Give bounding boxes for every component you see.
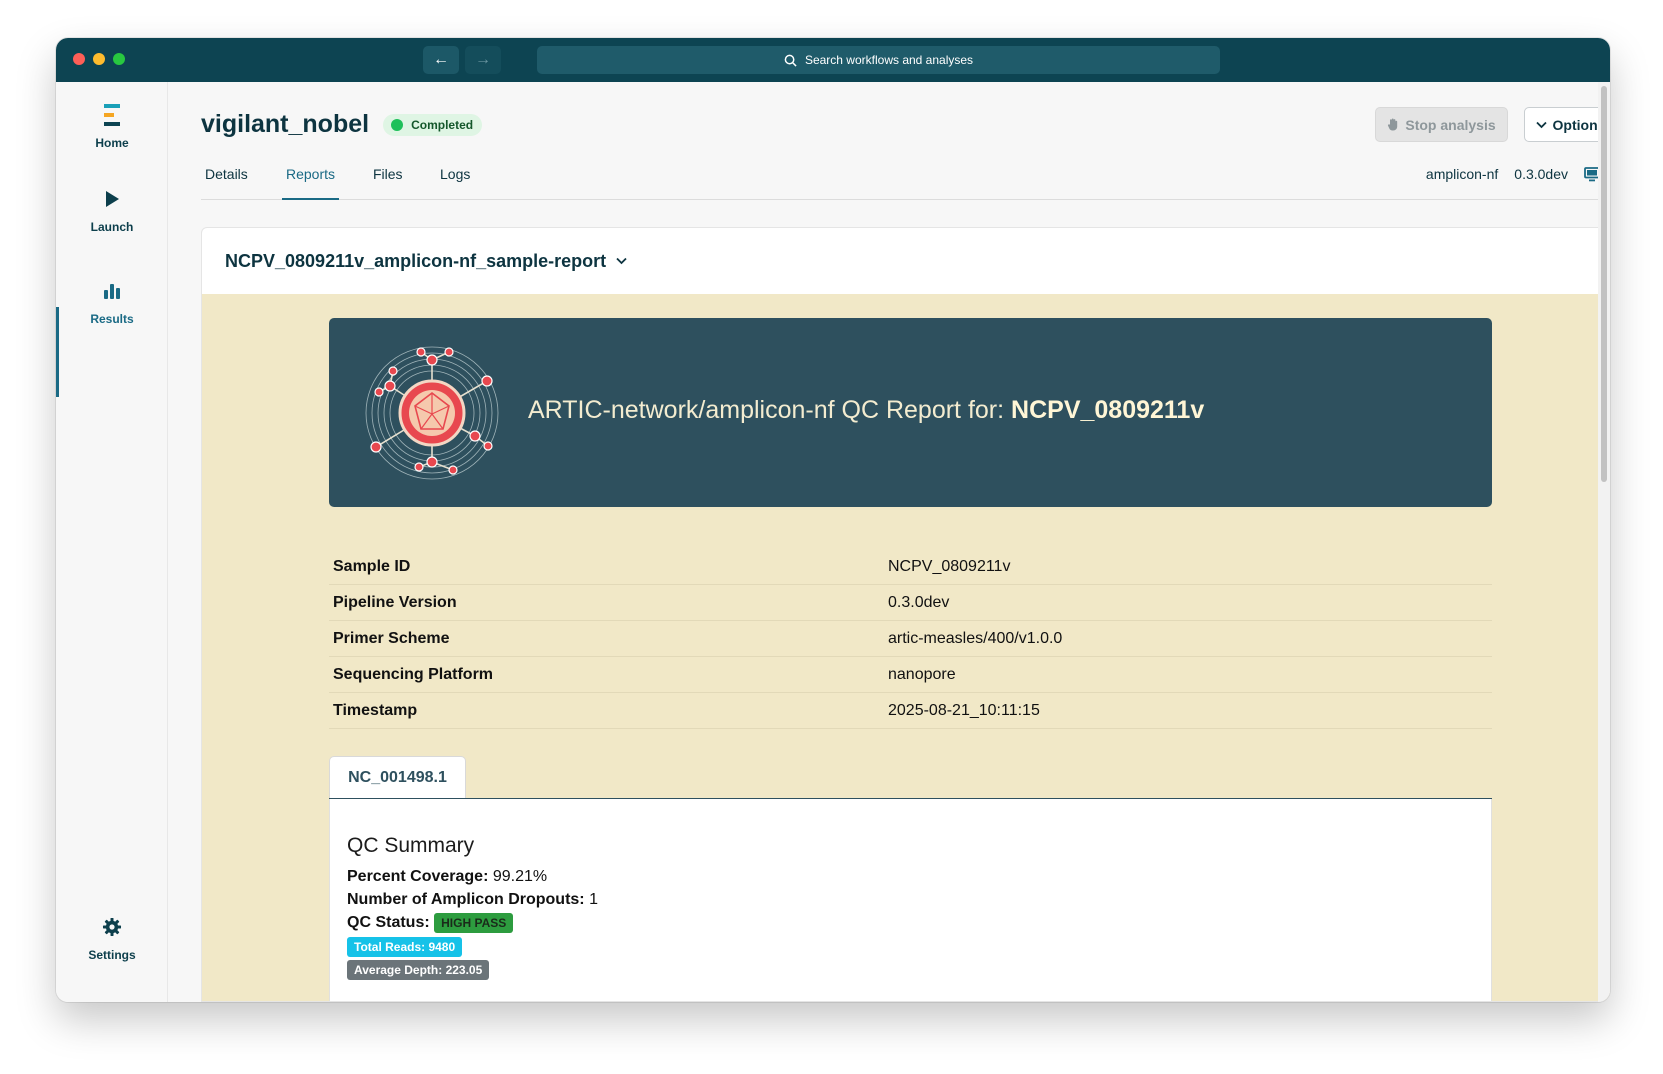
- window-controls: [73, 53, 125, 65]
- tab-reports[interactable]: Reports: [282, 158, 340, 200]
- close-window-button[interactable]: [73, 53, 85, 65]
- report-card: NCPV_0809211v_amplicon-nf_sample-report: [201, 227, 1610, 1002]
- search-placeholder: Search workflows and analyses: [804, 53, 974, 67]
- report-selector[interactable]: NCPV_0809211v_amplicon-nf_sample-report: [202, 228, 1610, 294]
- qc-status: QC Status: HIGH PASS: [347, 913, 514, 933]
- info-value: 0.3.0dev: [888, 593, 950, 611]
- stop-analysis-button[interactable]: Stop analysis: [1375, 107, 1508, 142]
- dropouts-value: 1: [589, 891, 598, 908]
- tab-bar: Details Reports Files Logs amplicon-nf 0…: [201, 158, 1610, 200]
- total-reads-badge: Total Reads: 9480: [347, 937, 463, 957]
- info-key: Sample ID: [333, 557, 411, 575]
- home-logo-icon: [102, 102, 122, 128]
- tab-logs[interactable]: Logs: [436, 158, 474, 200]
- qc-summary-title: QC Summary: [347, 834, 475, 857]
- sidebar-item-label: Results: [90, 312, 134, 326]
- minimize-window-button[interactable]: [93, 53, 105, 65]
- scrollbar-thumb[interactable]: [1601, 86, 1607, 482]
- report-frame: ARTIC-network/amplicon-nf QC Report for:…: [202, 294, 1610, 1001]
- average-depth: Average Depth: 223.05: [347, 960, 490, 980]
- arrow-right-icon: →: [475, 51, 491, 68]
- analysis-name: vigilant_nobel: [201, 110, 370, 138]
- title-bar: ← → Search workflows and analyses: [56, 38, 1610, 82]
- tab-label: Logs: [440, 166, 471, 182]
- play-icon: [104, 186, 120, 212]
- banner-sample-id: NCPV_0809211v: [1011, 396, 1205, 424]
- scrollbar[interactable]: [1598, 82, 1610, 1002]
- dropouts-label: Number of Amplicon Dropouts:: [347, 891, 585, 908]
- qc-status-label: QC Status:: [347, 914, 430, 931]
- table-row: Timestamp 2025-08-21_10:11:15: [329, 693, 1492, 729]
- sidebar: Home Launch Results Settings: [56, 82, 168, 1002]
- report-selector-label: NCPV_0809211v_amplicon-nf_sample-report: [225, 250, 607, 271]
- bar-chart-icon: [103, 278, 121, 304]
- info-key: Primer Scheme: [333, 629, 450, 647]
- zoom-window-button[interactable]: [113, 53, 125, 65]
- hand-stop-icon: [1388, 118, 1398, 131]
- status-badge: Completed: [383, 113, 483, 136]
- coverage-label: Percent Coverage:: [347, 868, 489, 885]
- chevron-down-icon: [1535, 121, 1547, 128]
- info-value: artic-measles/400/v1.0.0: [888, 629, 1063, 647]
- banner-prefix: ARTIC-network/amplicon-nf QC Report for:: [528, 396, 1005, 424]
- back-button[interactable]: ←: [423, 46, 459, 74]
- table-row: Sample ID NCPV_0809211v: [329, 549, 1492, 585]
- tab-details[interactable]: Details: [201, 158, 252, 200]
- table-row: Sequencing Platform nanopore: [329, 657, 1492, 693]
- gear-icon: [102, 914, 122, 940]
- contig-tab-label: NC_001498.1: [348, 769, 447, 786]
- workflow-meta: amplicon-nf 0.3.0dev: [1426, 166, 1600, 182]
- sidebar-item-label: Home: [95, 136, 129, 150]
- tab-label: Details: [205, 166, 248, 182]
- info-value: 2025-08-21_10:11:15: [888, 701, 1040, 719]
- forward-button[interactable]: →: [465, 46, 501, 74]
- sidebar-item-label: Settings: [88, 948, 136, 962]
- sidebar-item-results[interactable]: Results: [56, 278, 168, 326]
- sidebar-item-launch[interactable]: Launch: [56, 186, 168, 234]
- main-content: vigilant_nobel Completed Stop analysis O…: [168, 82, 1610, 1002]
- table-row: Primer Scheme artic-measles/400/v1.0.0: [329, 621, 1492, 657]
- sidebar-item-home[interactable]: Home: [56, 102, 168, 150]
- sample-info-table: Sample ID NCPV_0809211v Pipeline Version…: [329, 549, 1492, 729]
- table-row: Pipeline Version 0.3.0dev: [329, 585, 1492, 621]
- qc-summary-panel: QC Summary Percent Coverage: 99.21% Numb…: [329, 799, 1492, 1001]
- workflow-name[interactable]: amplicon-nf: [1426, 166, 1498, 182]
- artic-network-logo-icon: [365, 346, 499, 480]
- workflow-version: 0.3.0dev: [1514, 166, 1568, 182]
- page-title: vigilant_nobel Completed: [201, 110, 483, 139]
- amplicon-dropouts: Number of Amplicon Dropouts: 1: [347, 891, 598, 909]
- qc-status-badge: HIGH PASS: [434, 913, 514, 933]
- stop-analysis-label: Stop analysis: [1405, 116, 1496, 133]
- info-value: NCPV_0809211v: [888, 557, 1011, 575]
- tab-label: Files: [373, 166, 403, 182]
- info-key: Sequencing Platform: [333, 665, 494, 683]
- report-banner: ARTIC-network/amplicon-nf QC Report for:…: [329, 318, 1492, 507]
- status-dot-icon: [391, 118, 404, 131]
- tab-contig[interactable]: NC_001498.1: [329, 756, 466, 799]
- sidebar-item-label: Launch: [90, 220, 134, 234]
- status-label: Completed: [411, 117, 474, 132]
- search-icon: [784, 54, 797, 67]
- report-banner-title: ARTIC-network/amplicon-nf QC Report for:…: [528, 396, 1204, 425]
- chevron-down-icon: [616, 257, 627, 265]
- info-key: Timestamp: [333, 701, 418, 719]
- info-key: Pipeline Version: [333, 593, 457, 611]
- search-bar[interactable]: Search workflows and analyses: [537, 46, 1220, 74]
- tab-files[interactable]: Files: [369, 158, 407, 200]
- percent-coverage: Percent Coverage: 99.21%: [347, 868, 547, 886]
- arrow-left-icon: ←: [433, 51, 449, 68]
- coverage-value: 99.21%: [492, 868, 548, 885]
- total-reads: Total Reads: 9480: [347, 937, 463, 957]
- sidebar-item-settings[interactable]: Settings: [56, 914, 168, 962]
- info-value: nanopore: [888, 665, 956, 683]
- tab-label: Reports: [286, 166, 336, 182]
- average-depth-badge: Average Depth: 223.05: [347, 960, 490, 980]
- app-window: ← → Search workflows and analyses Home L…: [56, 38, 1610, 1002]
